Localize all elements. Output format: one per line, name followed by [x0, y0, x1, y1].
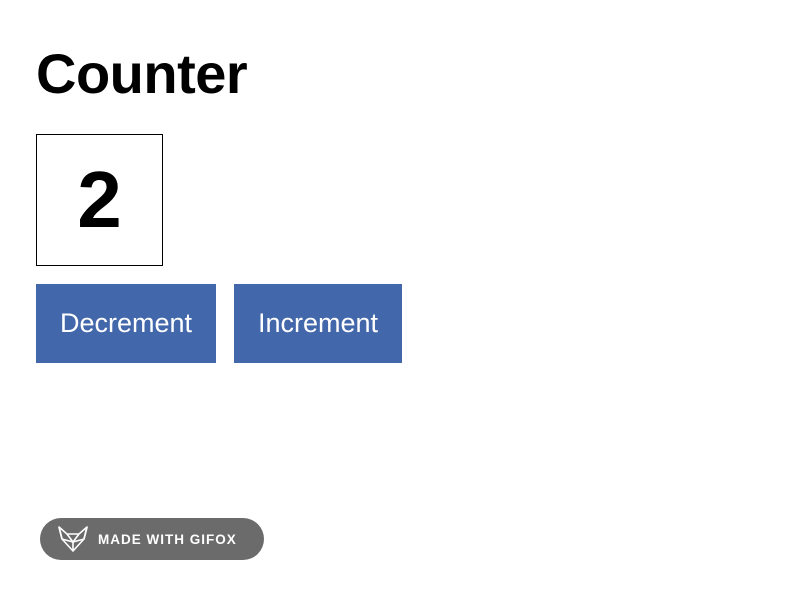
gifox-watermark-badge: MADE WITH GIFOX	[40, 518, 264, 560]
page-title: Counter	[36, 42, 248, 105]
fox-icon	[57, 525, 89, 553]
counter-value: 2	[77, 155, 122, 244]
badge-text: MADE WITH GIFOX	[98, 531, 237, 547]
counter-display: 2	[36, 134, 163, 266]
increment-button[interactable]: Increment	[234, 284, 402, 363]
counter-app: Counter 2 Decrement Increment MADE WITH …	[0, 0, 800, 600]
decrement-button[interactable]: Decrement	[36, 284, 216, 363]
